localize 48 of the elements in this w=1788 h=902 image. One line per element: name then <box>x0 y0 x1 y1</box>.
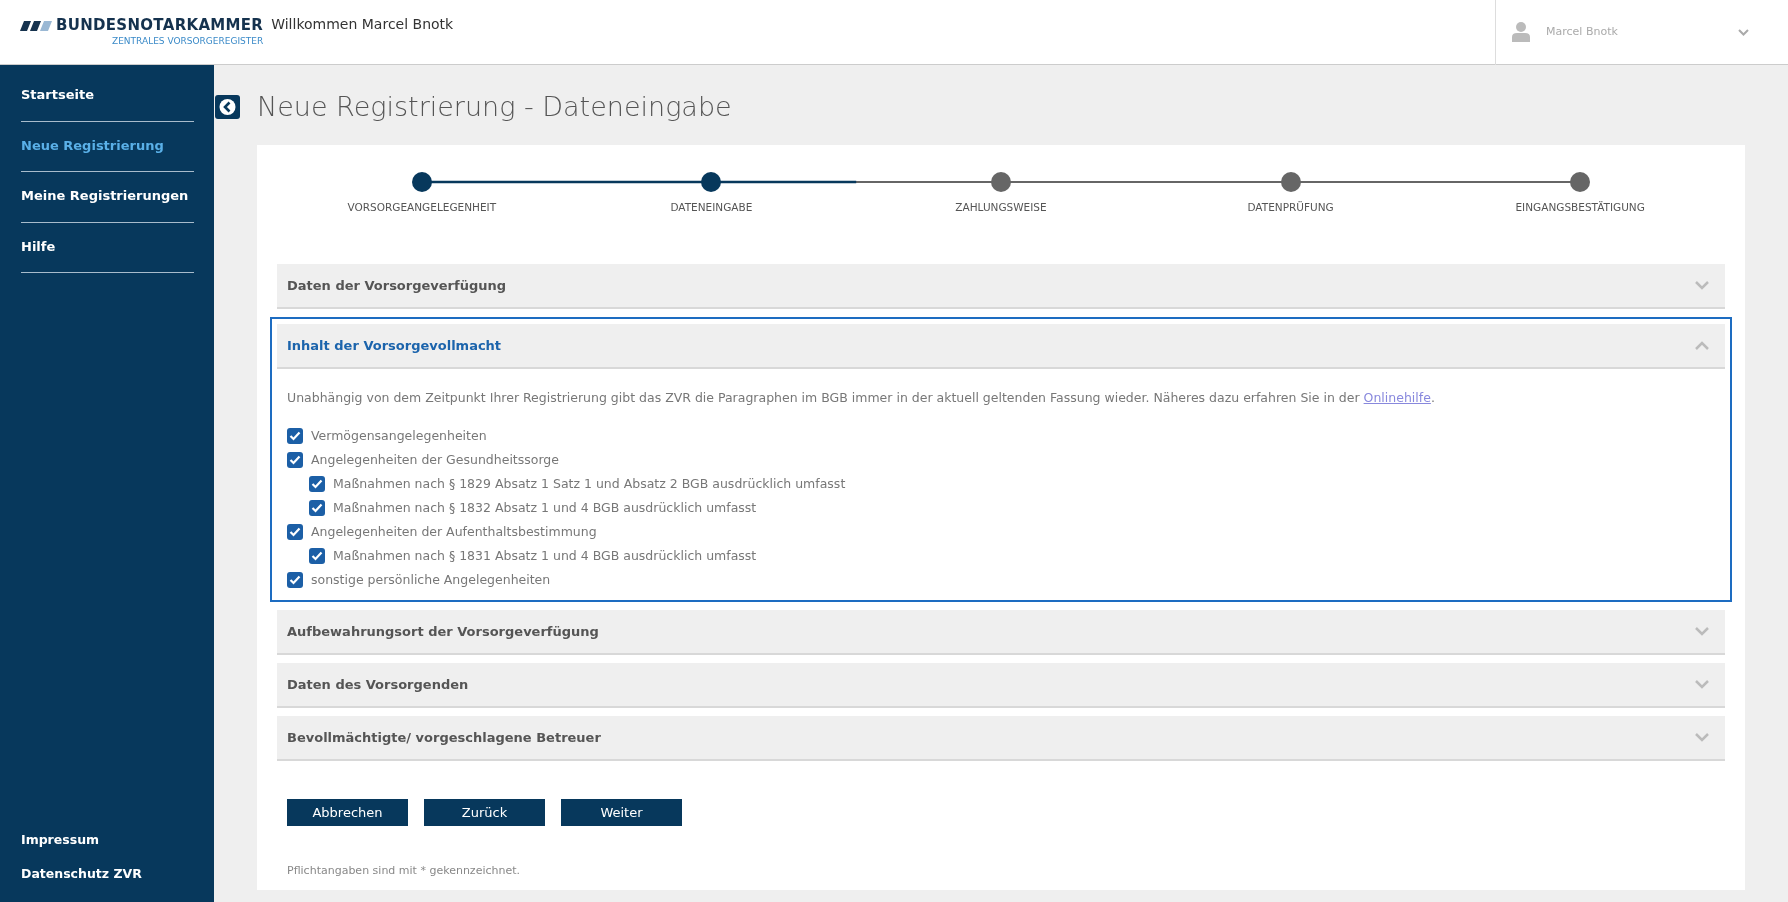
chevron-down-icon <box>1695 733 1709 743</box>
info-paragraph: Unabhängig von dem Zeitpunkt Ihrer Registrierung gibt das ZVR die Paragraphen im BGB immer in der aktuell geltenden Fassung wieder. Näheres dazu erfahren Sie in der Onlinehilfe. <box>287 389 1436 408</box>
chevron-down-icon <box>1695 281 1709 291</box>
checkbox[interactable] <box>287 572 303 589</box>
checkbox-label: Angelegenheiten der Gesundheitssorge <box>311 450 559 469</box>
form-button[interactable]: Abbrechen <box>287 799 408 827</box>
logo-stripes-icon <box>20 20 52 31</box>
step-label: DATENPRÜFUNG <box>1247 200 1334 216</box>
chevron-down-icon <box>1695 627 1709 637</box>
chevron-down-icon <box>1738 28 1749 36</box>
accordion-header[interactable]: Aufbewahrungsort der Vorsorgeverfügung <box>277 610 1725 656</box>
checkbox[interactable] <box>309 476 325 493</box>
logo-subtitle: ZENTRALES VORSORGEREGISTER <box>112 37 264 46</box>
accordion-header[interactable]: Daten der Vorsorgeverfügung <box>277 264 1725 310</box>
form-button[interactable]: Weiter <box>561 799 682 827</box>
accordion-header[interactable]: Bevollmächtigte/ vorgeschlagene Betreuer <box>277 716 1725 762</box>
sidebar-link[interactable]: Hilfe <box>21 236 194 273</box>
logo-title: BUNDESNOTARKAMMER <box>56 18 264 33</box>
checkbox[interactable] <box>287 452 303 469</box>
form-button[interactable]: Zurück <box>424 799 545 827</box>
step-label: DATENEINGABE <box>670 200 753 216</box>
sidebar-link[interactable]: Neue Registrierung <box>21 135 194 172</box>
checkbox[interactable] <box>287 428 303 445</box>
sidebar-link[interactable]: Startseite <box>21 85 194 122</box>
chevron-down-icon <box>1695 680 1709 690</box>
checkbox-label: Vermögensangelegenheiten <box>311 426 487 445</box>
footer-link[interactable]: Datenschutz ZVR <box>21 865 194 884</box>
checkbox-label: sonstige persönliche Angelegenheiten <box>311 570 551 589</box>
accordion-header[interactable]: Inhalt der Vorsorgevollmacht <box>277 324 1725 370</box>
chevron-up-icon <box>1695 341 1709 351</box>
user-icon <box>1512 22 1530 42</box>
step-label: ZAHLUNGSWEISE <box>955 200 1047 216</box>
checkbox[interactable] <box>309 500 325 517</box>
checkbox[interactable] <box>309 548 325 565</box>
step-label: VORSORGEANGELEGENHEIT <box>347 200 497 216</box>
sidebar-link[interactable]: Meine Registrierungen <box>21 186 194 223</box>
footer-link[interactable]: Impressum <box>21 830 194 850</box>
required-fields-note: Pflichtangaben sind mit * gekennzeichnet. <box>287 863 522 880</box>
collapse-sidebar-icon[interactable] <box>215 95 240 119</box>
checkbox-label: Maßnahmen nach § 1829 Absatz 1 Satz 1 und Absatz 2 BGB ausdrücklich umfasst <box>333 474 846 493</box>
page-title: Neue Registrierung - Dateneingabe <box>257 91 733 124</box>
checkbox[interactable] <box>287 524 303 541</box>
accordion-header[interactable]: Daten des Vorsorgenden <box>277 663 1725 709</box>
step-label: EINGANGSBESTÄTIGUNG <box>1515 200 1645 216</box>
checkbox-label: Maßnahmen nach § 1832 Absatz 1 und 4 BGB ausdrücklich umfasst <box>333 498 757 517</box>
welcome-text: Willkommen Marcel Bnotk <box>271 15 454 34</box>
checkbox-label: Maßnahmen nach § 1831 Absatz 1 und 4 BGB ausdrücklich umfasst <box>333 546 757 565</box>
checkbox-label: Angelegenheiten der Aufenthaltsbestimmung <box>311 522 597 541</box>
